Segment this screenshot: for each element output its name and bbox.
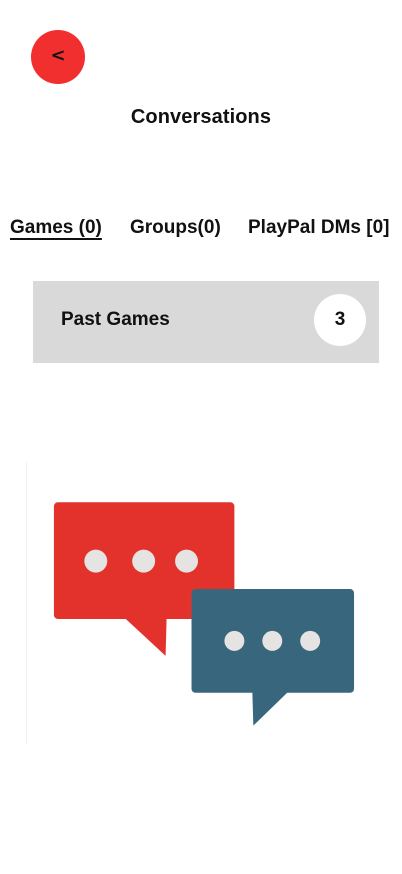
- tab-groups[interactable]: Groups(0): [130, 214, 221, 242]
- past-games-count-badge: 3: [314, 294, 366, 346]
- past-games-row[interactable]: Past Games 3: [33, 281, 379, 363]
- tab-games[interactable]: Games (0): [10, 214, 102, 242]
- tab-playpal-dms[interactable]: PlayPal DMs [0]: [248, 214, 390, 242]
- past-games-label: Past Games: [61, 309, 170, 330]
- back-button[interactable]: <: [31, 30, 85, 84]
- chevron-left-icon: <: [50, 45, 66, 66]
- page-title: Conversations: [130, 106, 272, 128]
- blue-chat-bubble: [191, 589, 355, 726]
- chat-bubbles-icon: [26, 462, 368, 744]
- conversation-tabs: Games (0) Groups(0) PlayPal DMs [0]: [0, 214, 402, 244]
